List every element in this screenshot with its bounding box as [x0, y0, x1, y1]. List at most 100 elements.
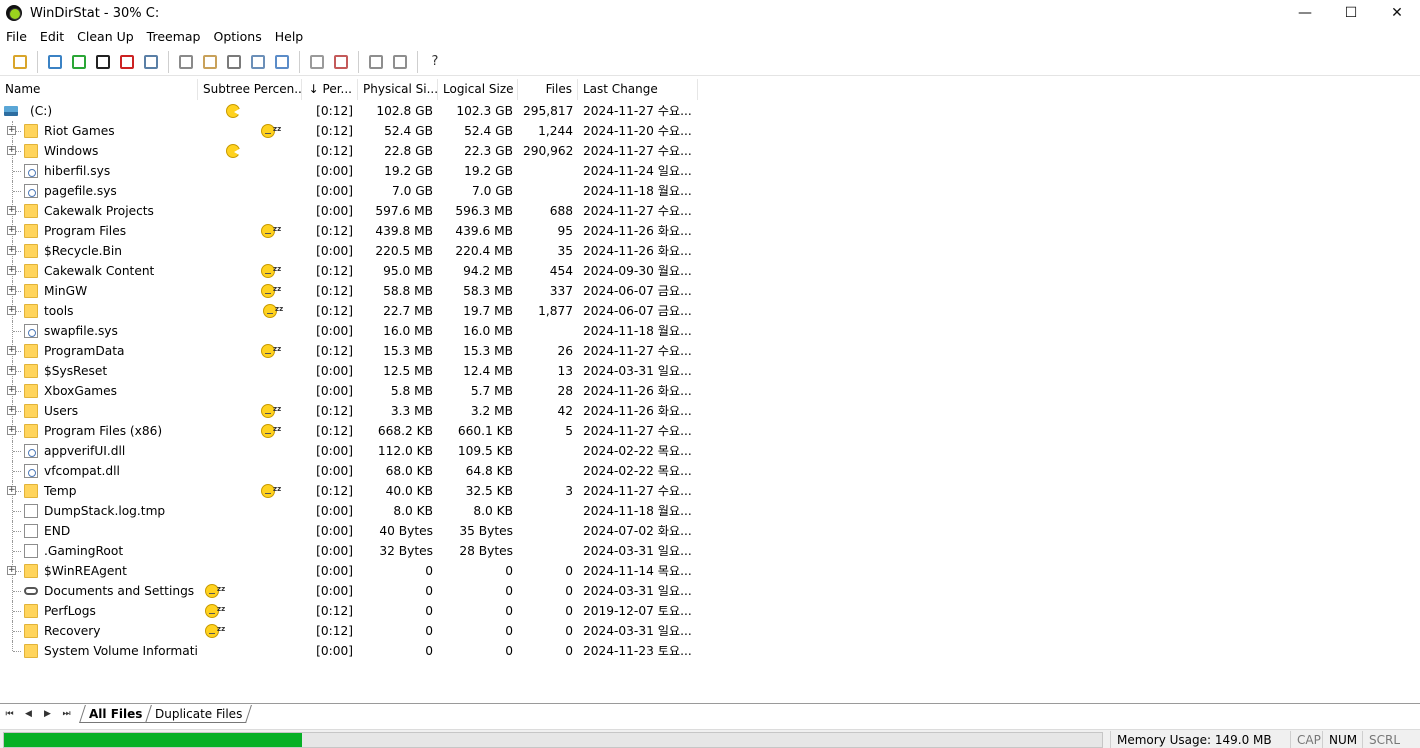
tab-all-files[interactable]: All Files — [79, 704, 153, 723]
table-row[interactable]: + Cakewalk Projects [0:00] 597.6 MB 596.3 MB… — [0, 201, 700, 221]
column-header-physical-size[interactable]: Physical Si... — [358, 79, 438, 100]
tab-next-icon[interactable]: ▶ — [38, 709, 57, 719]
table-row[interactable]: + Program Files [0:12] 439.8 MB 439.6 MB 95 20… — [0, 221, 700, 241]
table-row[interactable]: (C:) [0:12] 102.8 GB 102.3 GB 295,817 2024-11… — [0, 101, 700, 121]
tab-last-icon[interactable]: ⏭ — [57, 709, 76, 719]
zoom-in-button[interactable] — [364, 50, 388, 74]
expand-toggle-icon[interactable]: + — [7, 226, 16, 235]
tab-first-icon[interactable]: ⏮ — [0, 709, 19, 719]
expand-toggle-icon[interactable]: + — [7, 366, 16, 375]
file-count-cell: 28 — [557, 384, 573, 398]
expand-toggle-icon[interactable]: + — [7, 286, 16, 295]
help-button[interactable]: ? — [423, 50, 447, 74]
column-header-files[interactable]: Files — [518, 79, 578, 100]
expand-toggle-icon[interactable]: + — [7, 206, 16, 215]
zoom-out-button[interactable] — [388, 50, 412, 74]
expand-toggle-icon[interactable]: + — [7, 386, 16, 395]
physical-size-cell: 5.8 MB — [390, 384, 433, 398]
menu-file[interactable]: File — [0, 27, 34, 47]
table-row[interactable]: + $Recycle.Bin [0:00] 220.5 MB 220.4 MB 35 202… — [0, 241, 700, 261]
play-button[interactable] — [67, 50, 91, 74]
expand-toggle-icon[interactable]: + — [7, 426, 16, 435]
expand-toggle-icon[interactable]: + — [7, 486, 16, 495]
table-row[interactable]: + Temp [0:12] 40.0 KB 32.5 KB 3 2024-11-27 수요.… — [0, 481, 700, 501]
table-row[interactable]: pagefile.sys [0:00] 7.0 GB 7.0 GB 2024-11-18… — [0, 181, 700, 201]
table-row[interactable]: vfcompat.dll [0:00] 68.0 KB 64.8 KB 2024-02-… — [0, 461, 700, 481]
expand-toggle-icon[interactable]: + — [7, 346, 16, 355]
pause-button[interactable] — [91, 50, 115, 74]
last-change-cell: 2024-11-18 월요... — [583, 504, 692, 518]
table-row[interactable]: + MinGW [0:12] 58.8 MB 58.3 MB 337 2024-06-07 … — [0, 281, 700, 301]
scan-time-cell: [0:12] — [316, 224, 353, 238]
tab-prev-icon[interactable]: ◀ — [19, 709, 38, 719]
menu-edit[interactable]: Edit — [34, 27, 71, 47]
menu-clean-up[interactable]: Clean Up — [71, 27, 141, 47]
maximize-button[interactable]: ☐ — [1328, 0, 1374, 26]
table-row[interactable]: + Riot Games [0:12] 52.4 GB 52.4 GB 1,244 2024… — [0, 121, 700, 141]
expand-toggle-icon[interactable]: + — [7, 266, 16, 275]
menu-options[interactable]: Options — [208, 27, 269, 47]
tab-duplicate-files[interactable]: Duplicate Files — [145, 704, 253, 723]
table-row[interactable]: + $WinREAgent [0:00] 0 0 0 2024-11-14 목요... — [0, 561, 700, 581]
expand-toggle-icon[interactable]: + — [7, 246, 16, 255]
table-row[interactable]: System Volume Informati... [0:00] 0 0 0 2024-… — [0, 641, 700, 661]
table-row[interactable]: + ProgramData [0:12] 15.3 MB 15.3 MB 26 2024-1… — [0, 341, 700, 361]
expand-toggle-icon[interactable]: + — [7, 566, 16, 575]
select-button[interactable] — [222, 50, 246, 74]
column-header-last-change[interactable]: Last Change — [578, 79, 698, 100]
table-row[interactable]: + Program Files (x86) [0:12] 668.2 KB 660.1 … — [0, 421, 700, 441]
table-row[interactable]: + XboxGames [0:00] 5.8 MB 5.7 MB 28 2024-11-26… — [0, 381, 700, 401]
menu-treemap[interactable]: Treemap — [141, 27, 208, 47]
column-header-name[interactable]: Name — [0, 79, 198, 100]
table-row[interactable]: appverifUI.dll [0:00] 112.0 KB 109.5 KB 2024… — [0, 441, 700, 461]
table-row[interactable]: DumpStack.log.tmp [0:00] 8.0 KB 8.0 KB 2024-… — [0, 501, 700, 521]
table-row[interactable]: Documents and Settings [0:00] 0 0 0 2024-03-3… — [0, 581, 700, 601]
column-header-percent[interactable]: ↓ Per... — [302, 79, 358, 100]
table-row[interactable]: + Windows [0:12] 22.8 GB 22.3 GB 290,962 2024-… — [0, 141, 700, 161]
physical-size-cell: 668.2 KB — [377, 424, 433, 438]
expand-toggle-icon[interactable]: + — [7, 126, 16, 135]
folder-icon — [24, 144, 38, 158]
table-row[interactable]: Recovery [0:12] 0 0 0 2024-03-31 일요... — [0, 621, 700, 641]
name-cell: + Cakewalk Content — [0, 261, 198, 281]
expand-toggle-icon[interactable]: + — [7, 146, 16, 155]
table-row[interactable]: + Users [0:12] 3.3 MB 3.2 MB 42 2024-11-26 화요.… — [0, 401, 700, 421]
table-row[interactable]: swapfile.sys [0:00] 16.0 MB 16.0 MB 2024-11-… — [0, 321, 700, 341]
table-row[interactable]: hiberfil.sys [0:00] 19.2 GB 19.2 GB 2024-11-… — [0, 161, 700, 181]
column-header-subtree-percent[interactable]: Subtree Percen... — [198, 79, 302, 100]
name-cell: .GamingRoot — [0, 541, 198, 561]
recycle-button[interactable] — [305, 50, 329, 74]
table-row[interactable]: END [0:00] 40 Bytes 35 Bytes 2024-07-02 화요..… — [0, 521, 700, 541]
close-button[interactable]: ✕ — [1374, 0, 1420, 26]
file-tree-list[interactable]: (C:) [0:12] 102.8 GB 102.3 GB 295,817 2024-11… — [0, 101, 700, 661]
folder-icon — [24, 204, 38, 218]
table-row[interactable]: + $SysReset [0:00] 12.5 MB 12.4 MB 13 2024-03-… — [0, 361, 700, 381]
explorer-button[interactable] — [270, 50, 294, 74]
stop-button[interactable] — [115, 50, 139, 74]
scan-time-cell: [0:12] — [316, 284, 353, 298]
expand-toggle-icon[interactable]: + — [7, 306, 16, 315]
last-change-cell: 2024-11-27 수요... — [583, 204, 692, 218]
physical-size-cell: 220.5 MB — [375, 244, 433, 258]
folder-icon — [24, 284, 38, 298]
column-header-logical-size[interactable]: Logical Size — [438, 79, 518, 100]
delete-button[interactable] — [329, 50, 353, 74]
expand-toggle-icon[interactable]: + — [7, 406, 16, 415]
clipboard-button[interactable] — [198, 50, 222, 74]
open-drive-button[interactable] — [8, 50, 32, 74]
item-name: END — [44, 524, 71, 538]
last-change-cell: 2024-11-27 수요... — [583, 484, 692, 498]
menu-bar: File Edit Clean Up Treemap Options Help — [0, 27, 310, 47]
refresh-button[interactable] — [43, 50, 67, 74]
copy-path-button[interactable] — [139, 50, 163, 74]
file-count-cell: 3 — [565, 484, 573, 498]
table-row[interactable]: PerfLogs [0:12] 0 0 0 2019-12-07 토요... — [0, 601, 700, 621]
table-row[interactable]: + Cakewalk Content [0:12] 95.0 MB 94.2 MB 454… — [0, 261, 700, 281]
properties-button[interactable] — [246, 50, 270, 74]
open-item-button[interactable] — [174, 50, 198, 74]
table-row[interactable]: + tools [0:12] 22.7 MB 19.7 MB 1,877 2024-06-0… — [0, 301, 700, 321]
menu-help[interactable]: Help — [269, 27, 311, 47]
sleeping-pacman-icon — [205, 601, 225, 619]
minimize-button[interactable]: — — [1282, 0, 1328, 26]
table-row[interactable]: .GamingRoot [0:00] 32 Bytes 28 Bytes 2024-03… — [0, 541, 700, 561]
